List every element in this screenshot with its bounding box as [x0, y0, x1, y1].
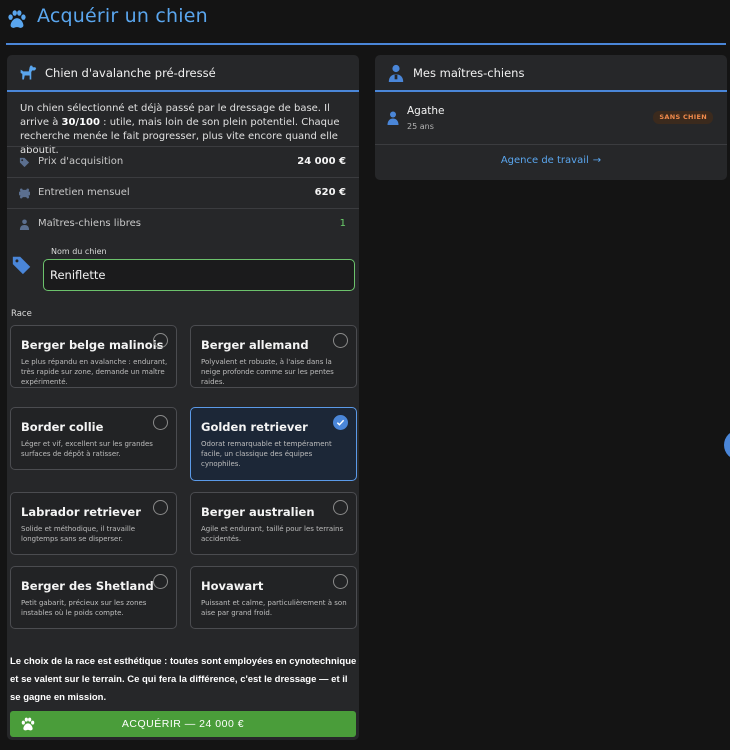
arrow-right-icon: →: [592, 155, 602, 166]
header-divider: [6, 43, 726, 45]
breed-name: Berger belge malinois: [21, 338, 164, 352]
breed-option-golden-retriever[interactable]: Golden retriever Odorat remarquable et t…: [190, 407, 357, 481]
breed-radio[interactable]: [333, 574, 348, 589]
breed-description: Agile et endurant, taillé pour les terra…: [201, 525, 344, 543]
handler-icon: [387, 111, 399, 125]
breed-option-shetland[interactable]: Berger des Shetland Petit gabarit, préci…: [10, 566, 177, 629]
handlers-panel: Mes maîtres-chiens Agathe 25 ans SANS CH…: [375, 55, 727, 180]
breed-name: Golden retriever: [201, 420, 308, 434]
name-tag-icon: [12, 256, 31, 275]
breed-description: Puissant et calme, particulièrement à so…: [201, 599, 347, 617]
handlers-panel-header: Mes maîtres-chiens: [375, 55, 727, 92]
breed-option-border-collie[interactable]: Border collie Léger et vif, excellent su…: [10, 407, 177, 470]
breed-option-labrador[interactable]: Labrador retriever Solide et méthodique,…: [10, 492, 177, 555]
purchase-panel: Chien d'avalanche pré-dressé Un chien sé…: [7, 55, 359, 740]
page-header: Acquérir un chien: [0, 0, 730, 46]
breed-radio[interactable]: [153, 333, 168, 348]
breed-description: Polyvalent et robuste, à l'aise dans la …: [201, 358, 334, 386]
handler-row[interactable]: Agathe 25 ans SANS CHIEN: [375, 95, 727, 145]
breed-name: Hovawart: [201, 579, 264, 593]
breed-description: Odorat remarquable et tempérament facile…: [201, 440, 332, 468]
stat-value: 24 000 €: [297, 156, 346, 167]
dog-name-input[interactable]: [43, 259, 355, 291]
check-icon: [336, 419, 345, 426]
status-badge: SANS CHIEN: [653, 111, 713, 124]
breed-name: Berger allemand: [201, 338, 309, 352]
purchase-panel-title: Chien d'avalanche pré-dressé: [45, 66, 216, 80]
handler-name: Agathe: [407, 105, 445, 117]
stat-value: 1: [339, 218, 346, 229]
handler-icon: [388, 64, 404, 82]
acquire-button-label: ACQUÉRIR — 24 000 €: [121, 718, 245, 730]
breed-description: Petit gabarit, précieux sur les zones in…: [21, 599, 147, 617]
breed-description: Léger et vif, excellent sur les grandes …: [21, 440, 153, 458]
person-icon: [19, 219, 30, 230]
stat-value: 620 €: [314, 187, 346, 198]
purchase-panel-header: Chien d'avalanche pré-dressé: [7, 55, 359, 92]
stat-price: Prix d'acquisition 24 000 €: [7, 146, 359, 177]
breed-radio[interactable]: [153, 500, 168, 515]
breed-radio[interactable]: [153, 574, 168, 589]
dog-name-label: Nom du chien: [51, 247, 107, 256]
breed-option-malinois[interactable]: Berger belge malinois Le plus répandu en…: [10, 325, 177, 388]
breed-name: Berger des Shetland: [21, 579, 154, 593]
stat-label: Prix d'acquisition: [38, 156, 124, 167]
breed-name: Border collie: [21, 420, 104, 434]
stat-label: Entretien mensuel: [38, 187, 130, 198]
agency-link-label: Agence de travail: [500, 155, 589, 166]
floating-action-button[interactable]: [724, 430, 730, 460]
handler-age: 25 ans: [407, 122, 434, 131]
breed-radio[interactable]: [333, 500, 348, 515]
breed-option-berger-allemand[interactable]: Berger allemand Polyvalent et robuste, à…: [190, 325, 357, 388]
intro-level: 30/100: [61, 117, 100, 128]
handlers-panel-title: Mes maîtres-chiens: [413, 66, 525, 80]
stat-label: Maîtres-chiens libres: [38, 218, 141, 229]
breed-name: Labrador retriever: [21, 505, 141, 519]
breed-radio[interactable]: [153, 415, 168, 430]
dog-icon: [20, 65, 37, 80]
breed-option-berger-australien[interactable]: Berger australien Agile et endurant, tai…: [190, 492, 357, 555]
breed-option-hovawart[interactable]: Hovawart Puissant et calme, particulière…: [190, 566, 357, 629]
breed-description: Le plus répandu en avalanche : endurant,…: [21, 358, 168, 386]
breed-name: Berger australien: [201, 505, 315, 519]
stat-free-handlers: Maîtres-chiens libres 1: [7, 208, 359, 239]
breed-description: Solide et méthodique, il travaille longt…: [21, 525, 136, 543]
race-label: Race: [11, 309, 32, 319]
breed-radio-checked[interactable]: [333, 415, 348, 430]
race-note: Le choix de la race est esthétique : tou…: [10, 656, 357, 703]
bone-icon: [19, 188, 30, 199]
tag-icon: [19, 157, 30, 168]
agency-link[interactable]: Agence de travail →: [375, 155, 727, 166]
paw-icon: [8, 10, 26, 28]
page-title: Acquérir un chien: [37, 5, 208, 27]
breed-radio[interactable]: [333, 333, 348, 348]
acquire-button[interactable]: ACQUÉRIR — 24 000 €: [10, 711, 356, 737]
stat-upkeep: Entretien mensuel 620 €: [7, 177, 359, 208]
